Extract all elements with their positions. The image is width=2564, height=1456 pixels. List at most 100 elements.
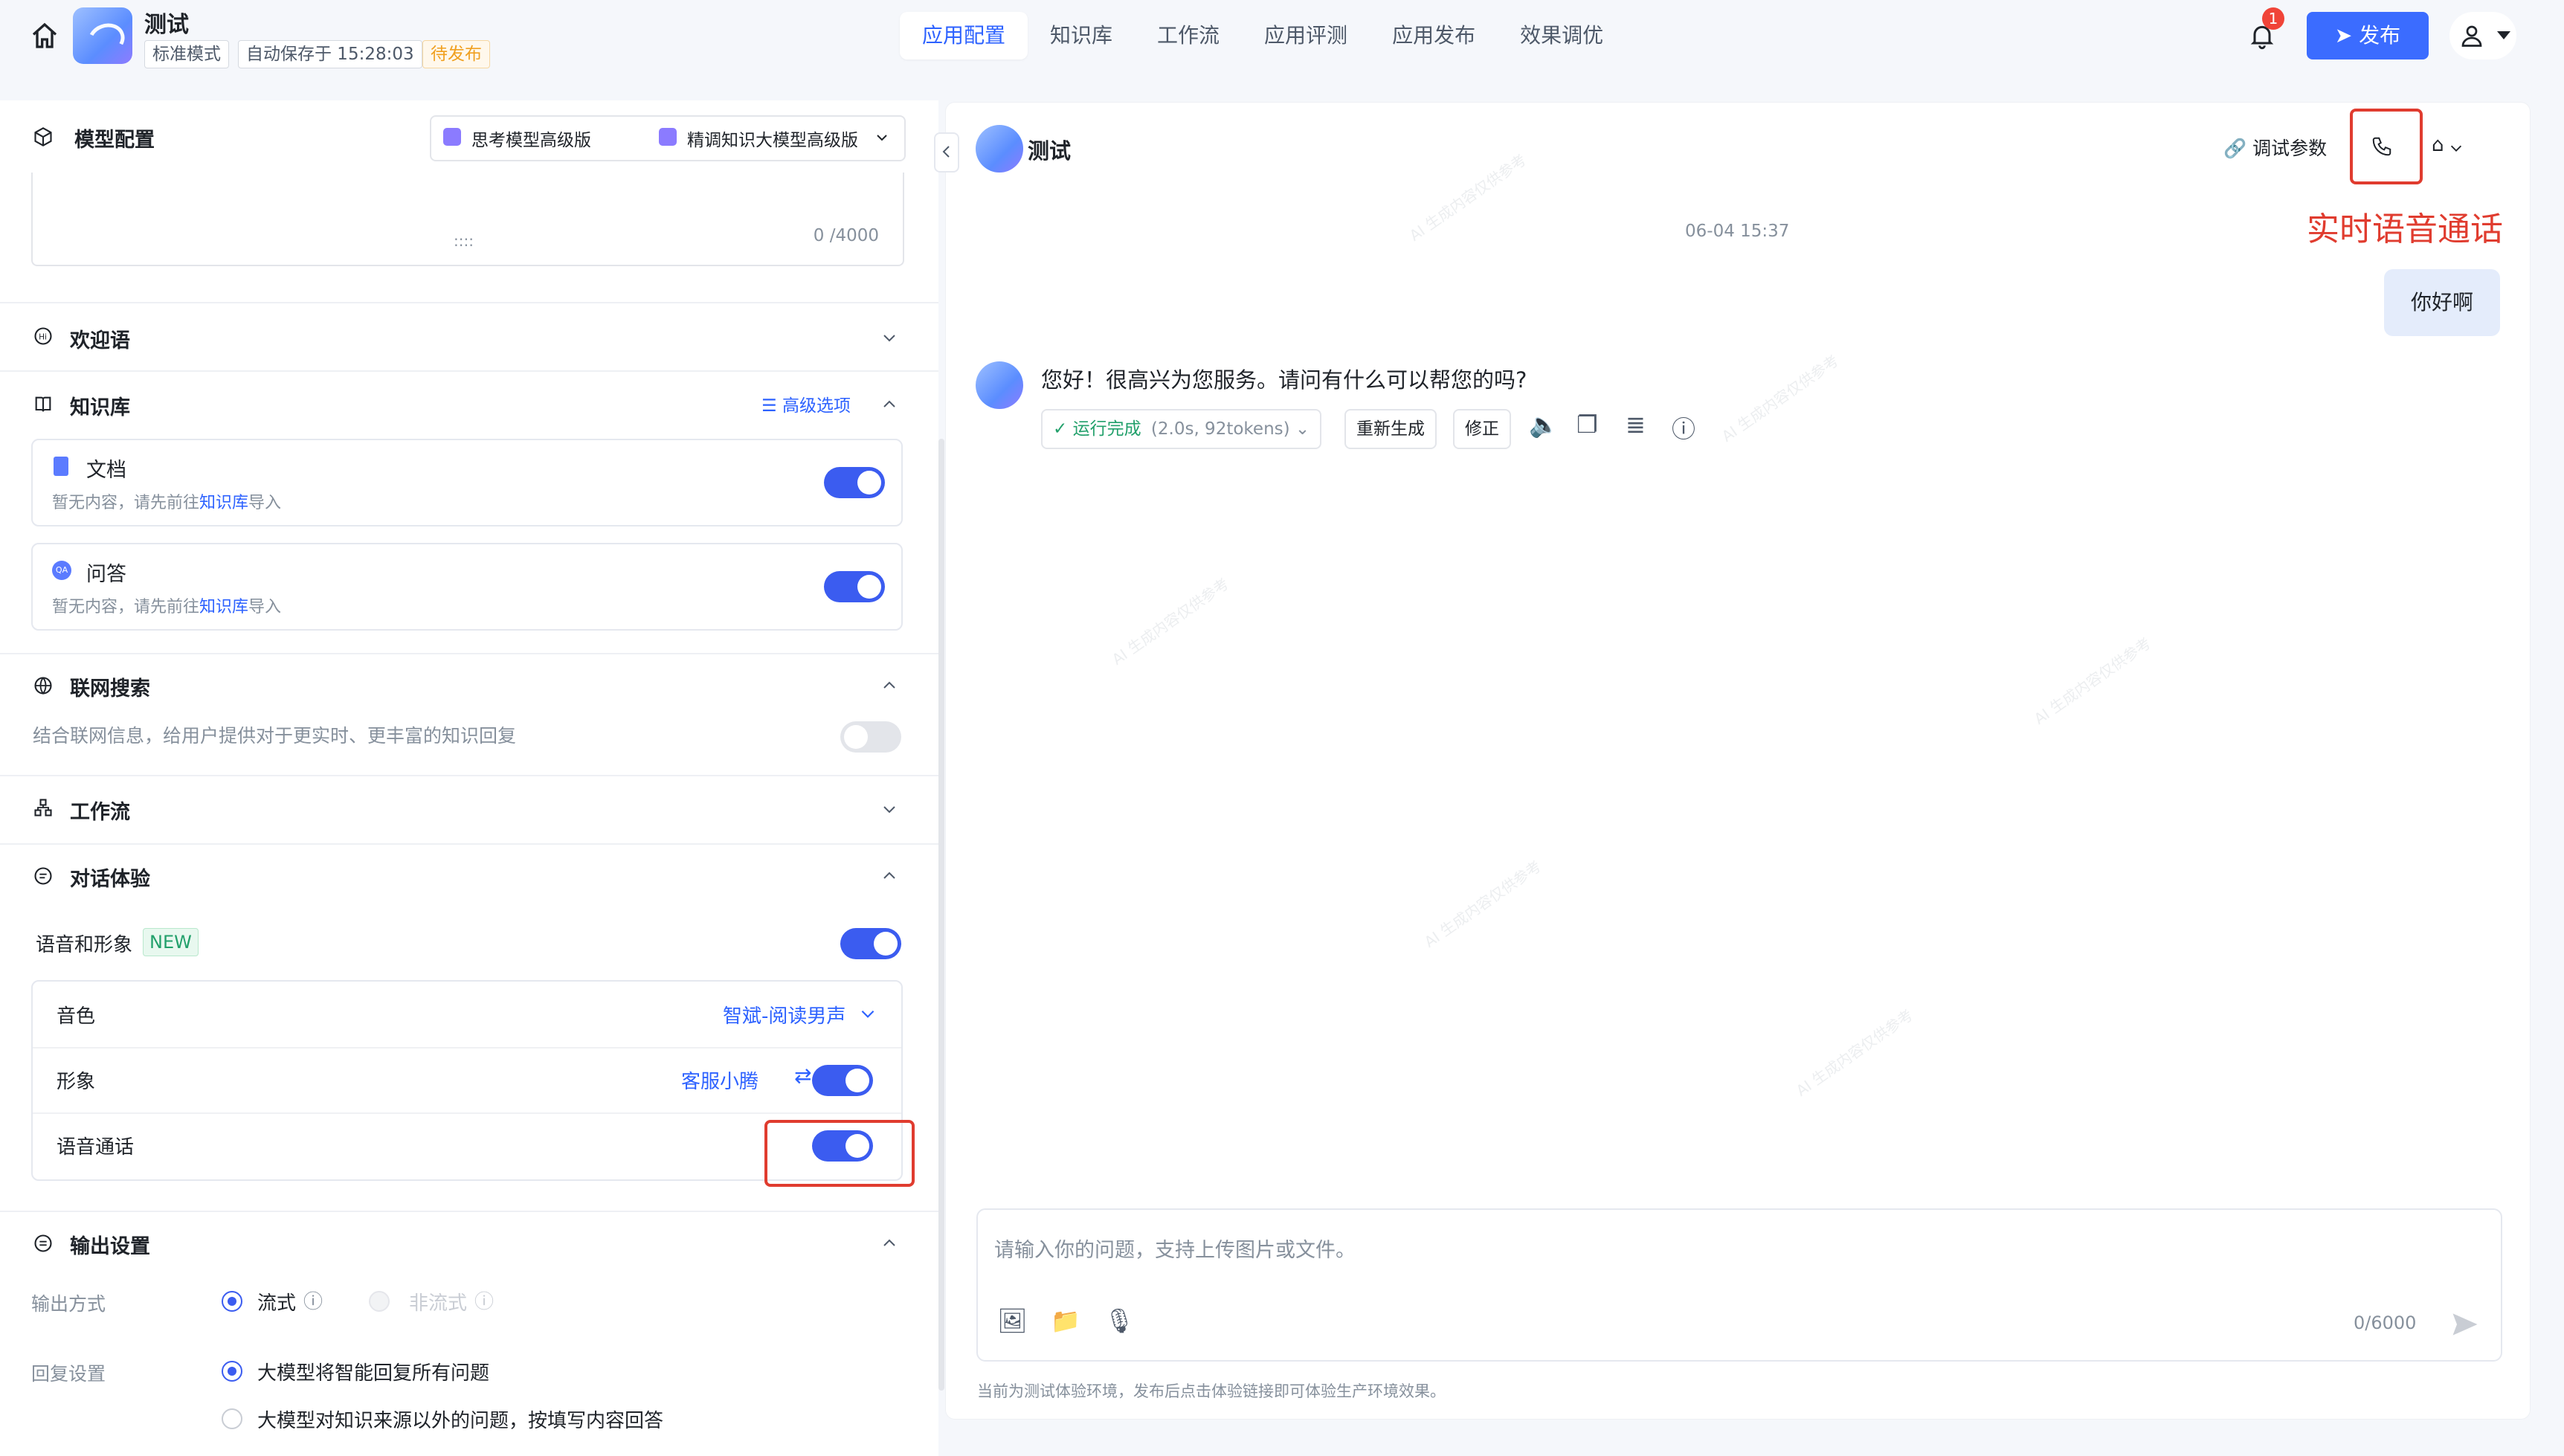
mode-tag: 标准模式 bbox=[144, 40, 229, 68]
image-upload-icon[interactable]: 🖼 bbox=[997, 1307, 1028, 1335]
highlight-box bbox=[2350, 109, 2423, 184]
input-counter: 0/6000 bbox=[2354, 1312, 2417, 1333]
fix-button[interactable]: 修正 bbox=[1453, 409, 1511, 449]
welcome-section-header[interactable]: Hi 欢迎语 bbox=[0, 305, 938, 370]
advanced-options-label: 高级选项 bbox=[782, 396, 851, 416]
dialog-title: 对话体验 bbox=[70, 868, 150, 891]
model-b-icon bbox=[659, 128, 677, 146]
send-icon[interactable] bbox=[2449, 1308, 2481, 1341]
reply-all-label: 大模型将智能回复所有问题 bbox=[257, 1362, 490, 1385]
chevron-up-icon[interactable] bbox=[880, 396, 898, 413]
divider bbox=[0, 370, 938, 372]
doc-hint-suffix: 导入 bbox=[248, 494, 282, 512]
tab-evaluation[interactable]: 应用评测 bbox=[1242, 12, 1370, 59]
caret-down-icon bbox=[2497, 31, 2510, 39]
non-stream-label: 非流式 bbox=[409, 1292, 468, 1315]
note-icon[interactable]: ≣ bbox=[1626, 410, 1646, 439]
reply-custom-radio[interactable] bbox=[222, 1408, 242, 1429]
info-icon[interactable]: ⓘ bbox=[1672, 410, 1695, 445]
chevron-down-icon bbox=[883, 806, 895, 814]
top-bar: 测试 标准模式 自动保存于 15:28:03 待发布 应用配置 知识库 工作流 … bbox=[0, 0, 2564, 82]
knowledge-doc-card: 文档 暂无内容，请先前往知识库导入 bbox=[31, 439, 903, 526]
tab-tuning[interactable]: 效果调优 bbox=[1498, 12, 1626, 59]
cube-icon bbox=[34, 127, 52, 146]
chat-timestamp: 06-04 15:37 bbox=[1685, 222, 1790, 241]
debug-params-button[interactable]: 🔗 调试参数 bbox=[2223, 134, 2327, 161]
timbre-value[interactable]: 智斌-阅读男声 bbox=[723, 1001, 845, 1028]
tab-workflow[interactable]: 工作流 bbox=[1135, 12, 1242, 59]
tab-publish[interactable]: 应用发布 bbox=[1370, 12, 1498, 59]
user-menu[interactable] bbox=[2449, 12, 2516, 59]
prompt-textarea[interactable]: :::: 0 /4000 bbox=[31, 173, 904, 266]
scrollbar[interactable] bbox=[938, 439, 944, 1391]
tab-app-config[interactable]: 应用配置 bbox=[900, 12, 1028, 59]
output-title: 输出设置 bbox=[70, 1235, 150, 1258]
help-icon[interactable]: ⓘ bbox=[474, 1286, 494, 1314]
advanced-options-link[interactable]: ☰ 高级选项 bbox=[761, 391, 851, 416]
document-icon bbox=[54, 457, 68, 476]
avatar-value[interactable]: 客服小腾 bbox=[681, 1066, 758, 1094]
resize-handle[interactable]: :::: bbox=[454, 232, 474, 250]
qa-toggle[interactable] bbox=[824, 571, 885, 602]
notification-badge: 1 bbox=[2262, 7, 2284, 30]
chat-bubble-icon bbox=[34, 867, 52, 885]
chevron-up-icon[interactable] bbox=[880, 677, 898, 695]
speaker-icon[interactable]: 🔈 bbox=[1529, 410, 1559, 439]
help-icon[interactable]: ⓘ bbox=[303, 1286, 323, 1314]
divider bbox=[0, 843, 938, 845]
run-meta: (2.0s, 92tokens) bbox=[1150, 419, 1290, 439]
app-logo bbox=[73, 7, 132, 64]
publish-button[interactable]: ➤ 发布 bbox=[2307, 12, 2429, 59]
regenerate-button[interactable]: 重新生成 bbox=[1344, 409, 1437, 449]
voice-avatar-label: 语音和形象 bbox=[36, 934, 133, 956]
avatar-row[interactable]: 形象 客服小腾 ⇄ bbox=[33, 1047, 901, 1114]
highlight-box bbox=[764, 1120, 915, 1187]
model-selector[interactable]: 思考模型高级版 精调知识大模型高级版 bbox=[430, 115, 906, 161]
reply-custom-label: 大模型对知识来源以外的问题，按填写内容回答 bbox=[257, 1410, 664, 1432]
sliders-icon: ☰ bbox=[761, 396, 782, 416]
voice-timbre-row[interactable]: 音色 智斌-阅读男声 bbox=[33, 982, 901, 1048]
swap-icon[interactable]: ⇄ bbox=[794, 1063, 811, 1088]
publish-label: 发布 bbox=[2359, 23, 2401, 48]
voice-avatar-toggle[interactable] bbox=[840, 928, 901, 959]
chat-input[interactable]: 请输入你的问题，支持上传图片或文件。 bbox=[994, 1234, 1356, 1263]
user-message: 你好啊 bbox=[2384, 269, 2500, 336]
non-stream-radio bbox=[369, 1291, 390, 1312]
knowledge-link[interactable]: 知识库 bbox=[199, 494, 248, 512]
folder-icon[interactable]: 📁 bbox=[1051, 1307, 1080, 1335]
microphone-icon[interactable]: 🎙 bbox=[1104, 1307, 1135, 1335]
chevron-up-icon[interactable] bbox=[880, 1234, 898, 1252]
knowledge-link[interactable]: 知识库 bbox=[199, 598, 248, 616]
model-b-label: 精调知识大模型高级版 bbox=[687, 131, 858, 150]
welcome-title: 欢迎语 bbox=[70, 329, 130, 352]
run-status: 运行完成 bbox=[1072, 419, 1141, 439]
workflow-section-header[interactable]: 工作流 bbox=[0, 776, 938, 842]
doc-name: 文档 bbox=[86, 459, 126, 482]
qa-icon: QA bbox=[52, 561, 71, 580]
check-circle-icon: ✓ bbox=[1053, 419, 1073, 439]
doc-toggle[interactable] bbox=[824, 467, 885, 498]
stream-label: 流式 bbox=[257, 1292, 297, 1315]
output-mode-label: 输出方式 bbox=[31, 1293, 106, 1315]
chevron-up-icon[interactable] bbox=[880, 867, 898, 885]
debug-params-label: 调试参数 bbox=[2252, 138, 2328, 159]
collapse-panel-button[interactable] bbox=[934, 132, 959, 173]
knowledge-title: 知识库 bbox=[70, 396, 130, 419]
run-status-chip[interactable]: ✓ 运行完成 (2.0s, 92tokens) ⌄ bbox=[1041, 409, 1322, 449]
voice-call-label: 语音通话 bbox=[57, 1136, 135, 1159]
bot-message: 您好！很高兴为您服务。请问有什么可以帮您的吗? bbox=[1041, 367, 1527, 393]
divider bbox=[0, 653, 938, 654]
clean-icon: ⌂ bbox=[2432, 134, 2444, 156]
voice-call-annotation: 实时语音通话 bbox=[2307, 210, 2503, 248]
chat-input-box: 请输入你的问题，支持上传图片或文件。 🖼 📁 🎙 0/6000 bbox=[976, 1208, 2502, 1362]
web-search-toggle[interactable] bbox=[840, 721, 901, 753]
copy-icon[interactable]: ❐ bbox=[1576, 410, 1598, 439]
avatar-toggle[interactable] bbox=[812, 1065, 873, 1096]
home-icon[interactable] bbox=[30, 21, 59, 51]
more-menu[interactable]: ⌂ bbox=[2432, 134, 2464, 156]
model-a-icon bbox=[443, 128, 461, 146]
stream-radio[interactable] bbox=[222, 1291, 242, 1312]
bot-avatar bbox=[976, 361, 1023, 409]
reply-all-radio[interactable] bbox=[222, 1361, 242, 1382]
tab-knowledge[interactable]: 知识库 bbox=[1028, 12, 1135, 59]
